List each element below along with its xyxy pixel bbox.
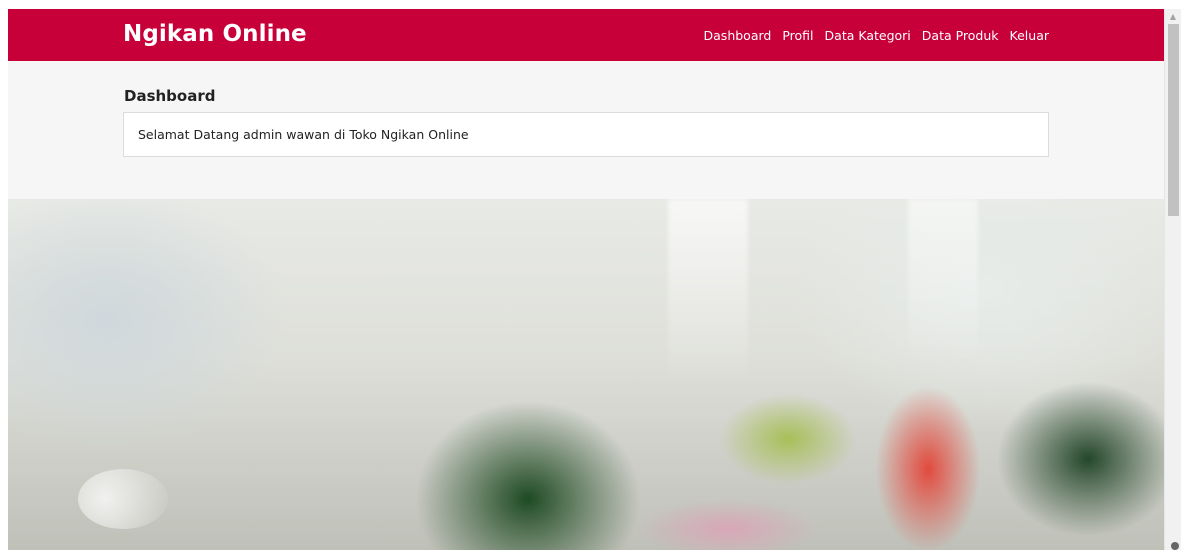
corner-indicator: [1171, 542, 1179, 550]
nav-data-kategori[interactable]: Data Kategori: [825, 28, 911, 43]
navbar: Ngikan Online Dashboard Profil Data Kate…: [8, 9, 1164, 61]
hero-image: [8, 199, 1164, 550]
nav-profil[interactable]: Profil: [782, 28, 813, 43]
chevron-up-icon[interactable]: ▲: [1165, 9, 1181, 23]
nav-keluar[interactable]: Keluar: [1010, 28, 1049, 43]
vertical-scrollbar[interactable]: ▲: [1164, 9, 1181, 550]
bokeh-highlight: [78, 469, 168, 529]
browser-window: Ngikan Online Dashboard Profil Data Kate…: [0, 0, 1181, 550]
welcome-box: Selamat Datang admin wawan di Toko Ngika…: [123, 112, 1049, 157]
left-spacer: [0, 0, 8, 550]
page-title: Dashboard: [124, 87, 216, 105]
nav-dashboard[interactable]: Dashboard: [704, 28, 772, 43]
welcome-message: Selamat Datang admin wawan di Toko Ngika…: [138, 127, 469, 142]
brand-logo[interactable]: Ngikan Online: [123, 21, 307, 47]
top-spacer: [0, 0, 1164, 9]
dashboard-section: Dashboard Selamat Datang admin wawan di …: [8, 61, 1164, 199]
page-viewport: Ngikan Online Dashboard Profil Data Kate…: [8, 9, 1164, 550]
scrollbar-thumb[interactable]: [1168, 24, 1179, 216]
nav-data-produk[interactable]: Data Produk: [922, 28, 999, 43]
nav-menu: Dashboard Profil Data Kategori Data Prod…: [693, 28, 1049, 43]
